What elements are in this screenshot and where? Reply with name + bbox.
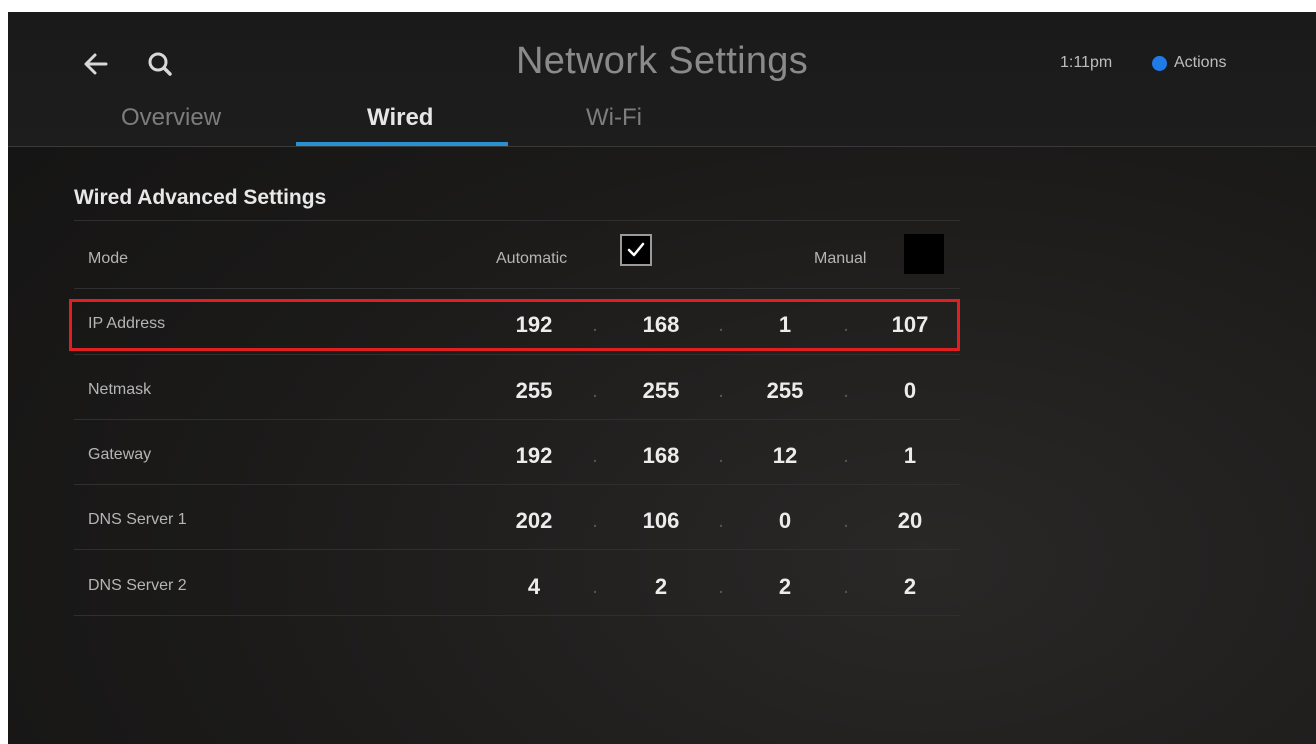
tv-screen: Network Settings 1:11pm Actions Overview… [8,12,1316,744]
tab-wired[interactable]: Wired [367,104,433,132]
octet-separator: . [718,510,724,532]
octet-separator: . [843,576,849,598]
divider [74,288,960,289]
dns-server-2-octet-1[interactable]: 4 [504,574,564,600]
dns-server-2-label: DNS Server 2 [88,577,187,594]
divider [74,484,960,485]
clock-time: 1:11pm [1060,54,1113,71]
netmask-octet-3[interactable]: 255 [755,378,815,404]
divider [74,419,960,420]
gateway-octet-2[interactable]: 168 [631,443,691,469]
dns-server-2-octet-3[interactable]: 2 [755,574,815,600]
manual-label: Manual [814,250,867,267]
dns-server-1-octet-2[interactable]: 106 [631,508,691,534]
octet-separator: . [843,380,849,402]
netmask-label: Netmask [88,381,152,398]
section-title: Wired Advanced Settings [74,186,327,209]
ip-address-highlight-box [69,299,960,351]
selected-tab-indicator [296,142,508,146]
gateway-octet-3[interactable]: 12 [755,443,815,469]
actions-button[interactable]: Actions [1174,54,1226,72]
checkmark-icon [627,242,645,257]
netmask-octet-4[interactable]: 0 [880,378,940,404]
dns-server-1-octet-1[interactable]: 202 [504,508,564,534]
divider [74,354,960,355]
divider [74,615,960,616]
header-bar: Network Settings 1:11pm Actions Overview… [8,12,1316,147]
tab-wifi[interactable]: Wi-Fi [586,104,642,132]
dns-server-2-octet-4[interactable]: 2 [880,574,940,600]
octet-separator: . [592,380,598,402]
octet-separator: . [843,445,849,467]
gateway-octet-1[interactable]: 192 [504,443,564,469]
octet-separator: . [718,445,724,467]
manual-checkbox[interactable] [904,234,944,274]
actions-dot-icon [1152,56,1167,71]
octet-separator: . [592,576,598,598]
dns-server-1-octet-4[interactable]: 20 [880,508,940,534]
octet-separator: . [592,510,598,532]
octet-separator: . [718,380,724,402]
netmask-octet-1[interactable]: 255 [504,378,564,404]
dns-server-1-label: DNS Server 1 [88,511,187,528]
mode-label: Mode [88,250,129,267]
tab-overview[interactable]: Overview [121,104,221,132]
automatic-checkbox[interactable] [620,234,652,266]
octet-separator: . [592,445,598,467]
gateway-octet-4[interactable]: 1 [880,443,940,469]
netmask-octet-2[interactable]: 255 [631,378,691,404]
octet-separator: . [843,510,849,532]
divider [74,549,960,550]
gateway-label: Gateway [88,446,152,463]
dns-server-2-octet-2[interactable]: 2 [631,574,691,600]
octet-separator: . [718,576,724,598]
dns-server-1-octet-3[interactable]: 0 [755,508,815,534]
page-title: Network Settings [515,40,809,82]
divider [74,220,960,221]
automatic-label: Automatic [496,250,568,267]
